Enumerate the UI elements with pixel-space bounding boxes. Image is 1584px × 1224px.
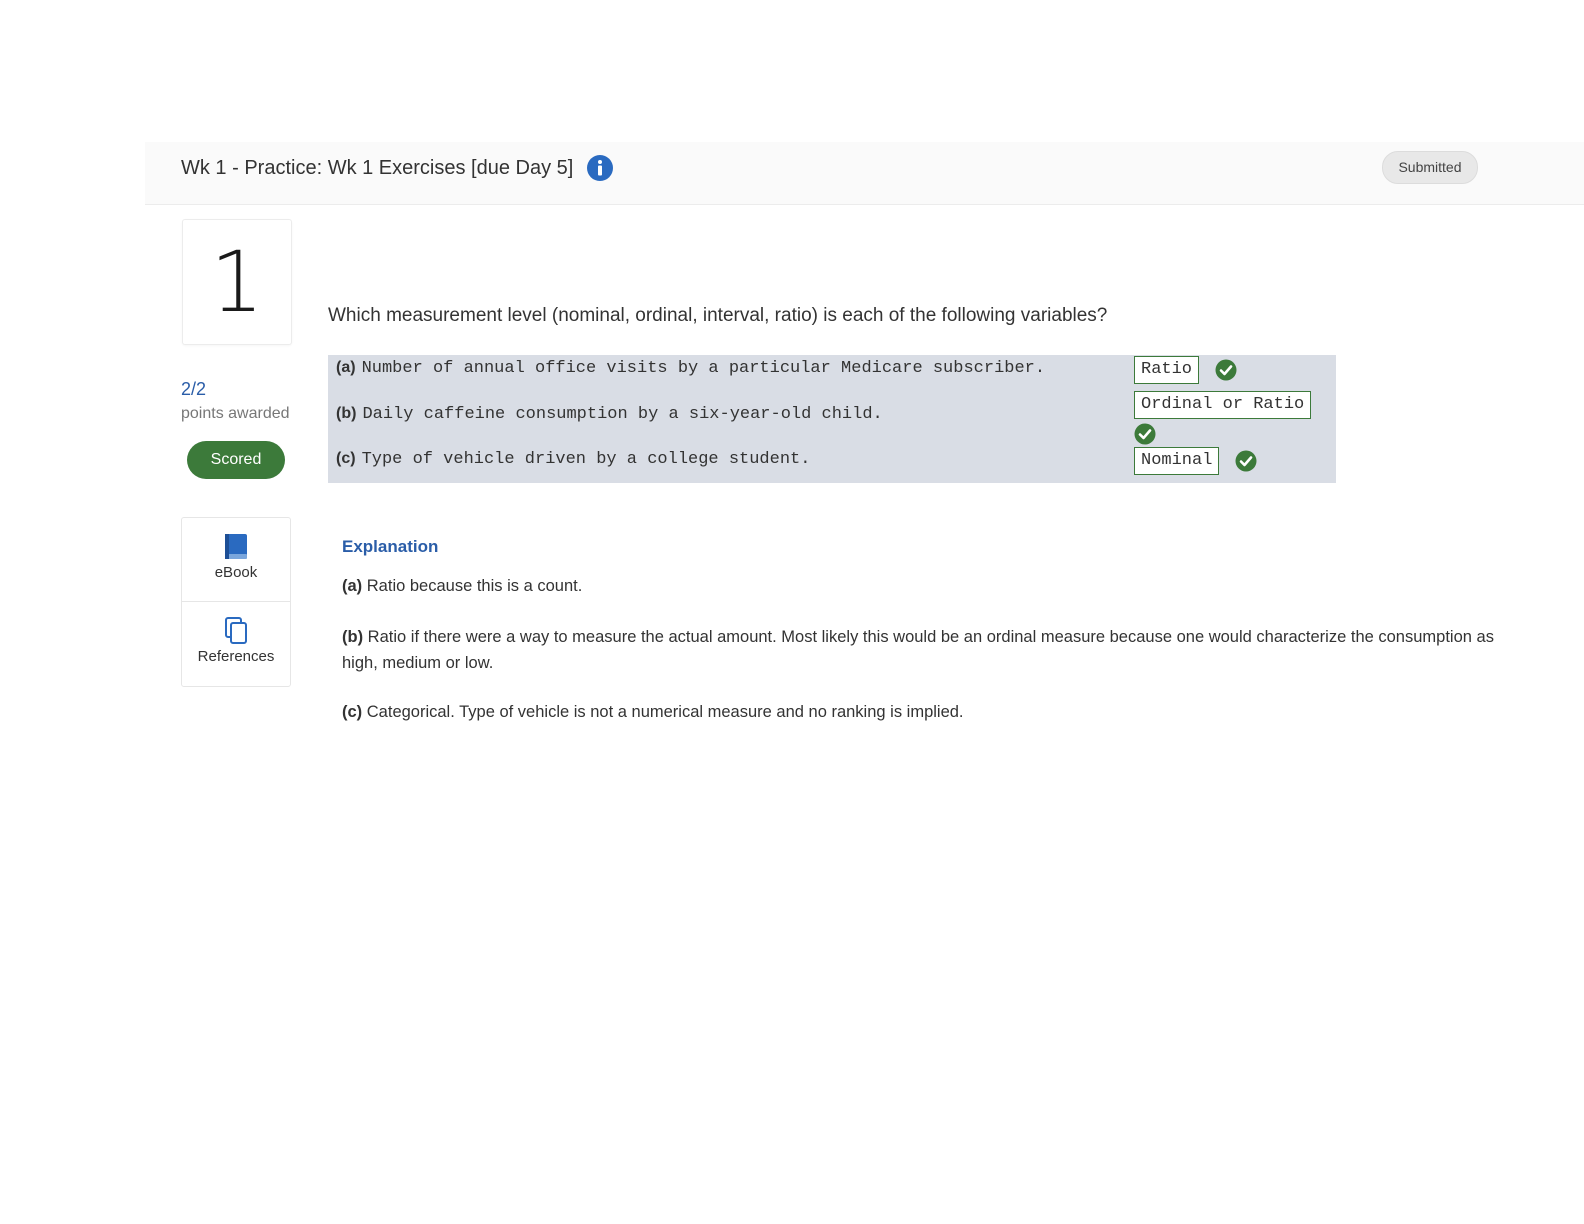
- question-items-table: (a) Number of annual office visits by a p…: [328, 355, 1336, 483]
- explanation-title: Explanation: [342, 537, 439, 556]
- copy-pages-icon: [225, 617, 247, 644]
- question-text: Which measurement level (nominal, ordina…: [328, 305, 1108, 326]
- points-label: points awarded: [181, 405, 290, 422]
- item-label: (c): [336, 450, 356, 467]
- question-number: 1: [210, 233, 264, 331]
- check-circle-icon: [1215, 359, 1237, 381]
- ebook-button[interactable]: eBook: [182, 518, 290, 602]
- assignment-title: Wk 1 - Practice: Wk 1 Exercises [due Day…: [181, 157, 574, 179]
- answer-field-a[interactable]: Ratio: [1134, 356, 1200, 384]
- question-item-c: (c) Type of vehicle driven by a college s…: [336, 450, 810, 469]
- answer-field-b[interactable]: Ordinal or Ratio: [1134, 391, 1312, 419]
- item-text: Number of annual office visits by a part…: [361, 359, 1046, 378]
- info-circle-icon[interactable]: [586, 154, 614, 182]
- references-button[interactable]: References: [182, 602, 290, 685]
- explanation-label: (a): [342, 577, 363, 595]
- scored-button[interactable]: Scored: [187, 441, 285, 479]
- item-text: Type of vehicle driven by a college stud…: [361, 450, 811, 469]
- resources-panel: eBook References: [181, 517, 291, 687]
- explanation-item-a: (a) Ratio because this is a count.: [342, 573, 1522, 599]
- item-label: (b): [336, 405, 357, 422]
- answer-field-c[interactable]: Nominal: [1134, 447, 1220, 475]
- points-score: 2/2: [181, 379, 207, 399]
- book-icon: [225, 534, 247, 559]
- item-text: Daily caffeine consumption by a six-year…: [362, 405, 883, 424]
- question-number-box: 1: [182, 219, 292, 345]
- assignment-header: Wk 1 - Practice: Wk 1 Exercises [due Day…: [145, 142, 1584, 205]
- explanation-text: Ratio because this is a count.: [366, 577, 583, 595]
- references-label: References: [197, 648, 275, 665]
- ebook-label: eBook: [214, 564, 258, 581]
- status-badge: Submitted: [1382, 151, 1478, 184]
- explanation-label: (c): [342, 703, 363, 721]
- explanation-text: Ratio if there were a way to measure the…: [342, 628, 1494, 672]
- check-circle-icon: [1134, 423, 1156, 445]
- question-item-a: (a) Number of annual office visits by a p…: [336, 359, 1045, 378]
- check-circle-icon: [1235, 450, 1257, 472]
- explanation-item-c: (c) Categorical. Type of vehicle is not …: [342, 699, 1522, 725]
- explanation-text: Categorical. Type of vehicle is not a nu…: [366, 703, 964, 721]
- explanation-item-b: (b) Ratio if there were a way to measure…: [342, 624, 1522, 676]
- explanation-label: (b): [342, 628, 364, 646]
- item-label: (a): [336, 359, 356, 376]
- question-item-b: (b) Daily caffeine consumption by a six-y…: [336, 405, 883, 424]
